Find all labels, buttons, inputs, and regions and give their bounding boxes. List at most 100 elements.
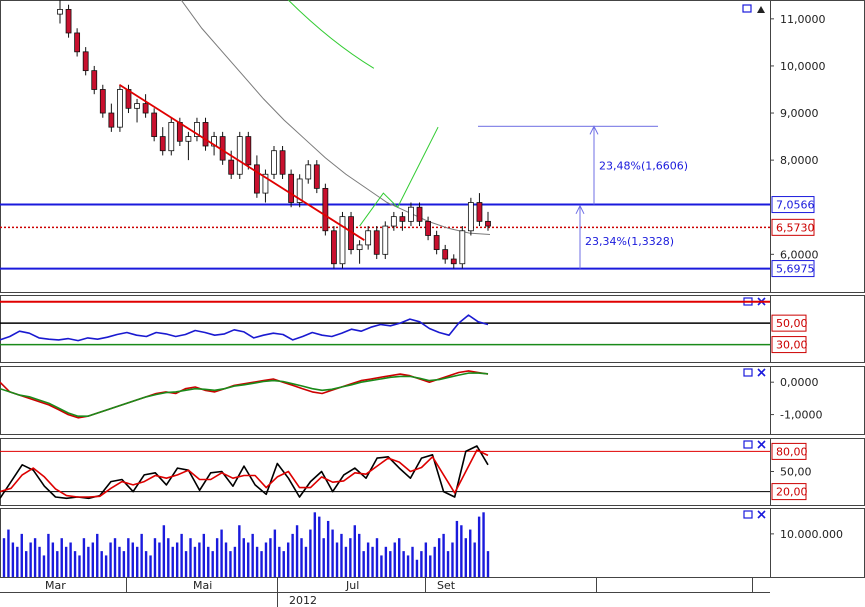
volume-bar [326, 520, 330, 577]
volume-bar [42, 555, 46, 577]
volume-bar [104, 555, 108, 577]
candle [279, 150, 286, 175]
close-icon [757, 510, 766, 519]
candle [168, 122, 175, 152]
volume-bar [131, 542, 134, 577]
volume-bar [473, 542, 476, 577]
volume-bar [304, 546, 308, 577]
candle [399, 216, 406, 222]
price-tick-label: 9,0000 [780, 107, 819, 120]
volume-bar [286, 542, 290, 577]
volume-bar [175, 542, 179, 577]
volume-bar [273, 529, 277, 577]
candle [382, 225, 389, 255]
volume-bar [127, 538, 130, 577]
candle [99, 89, 106, 114]
volume-bar [269, 538, 272, 577]
candle [467, 202, 474, 232]
volume-bar [437, 538, 441, 577]
candle [74, 32, 81, 53]
price-frame [0, 0, 865, 293]
volume-bar [371, 546, 374, 577]
volume-bar [353, 525, 356, 577]
candle [159, 136, 166, 152]
stoch-level-label: 20,00 [776, 486, 808, 499]
candle [245, 136, 252, 166]
volume-bar [189, 538, 192, 577]
price-tick-label: 8,0000 [780, 154, 819, 167]
maximize-icon [743, 510, 753, 519]
volume-bar [238, 525, 241, 577]
volume-bar [380, 555, 383, 577]
volume-bar [362, 551, 365, 577]
volume-bar [144, 551, 148, 577]
volume-bar [242, 538, 245, 577]
rsi-panel: 50,00 30,00 [0, 300, 808, 354]
candle [108, 112, 115, 128]
volume-bar [69, 542, 72, 577]
stock-chart: 11,0000 10,0000 9,0000 8,0000 6,0000 7,0566 6,… [0, 0, 865, 607]
volume-bar [100, 551, 103, 577]
candle [476, 202, 483, 222]
volume-bar [96, 533, 99, 577]
x-axis-label: Set [437, 579, 456, 592]
volume-bar [2, 538, 6, 577]
stochastic-frame [0, 438, 865, 506]
volume-bar [424, 542, 428, 577]
candle [236, 136, 243, 175]
volume-bar [184, 551, 188, 577]
measure-label: 23,48%(1,6606) [599, 159, 688, 172]
volume-bar [402, 551, 405, 577]
volume-bar [375, 538, 379, 577]
volume-bar [162, 525, 166, 577]
candle [442, 249, 449, 260]
volume-bar [33, 538, 37, 577]
volume-bar [220, 529, 223, 577]
volume-bar [340, 533, 343, 577]
price-level-label: 6,5730 [776, 221, 815, 234]
volume-bar [255, 546, 259, 577]
volume-bar [193, 546, 197, 577]
volume-bar [78, 555, 81, 577]
price-tick-label: 6,0000 [780, 248, 819, 261]
volume-bar [313, 512, 317, 577]
volume-bar [349, 538, 352, 577]
volume-bar [109, 542, 112, 577]
candle [416, 206, 423, 222]
maximize-icon [743, 368, 753, 377]
moving-average-line [180, 0, 491, 236]
volume-bar [16, 546, 19, 577]
volume-bar [229, 551, 232, 577]
volume-bar [153, 538, 157, 577]
candle [459, 230, 466, 265]
volume-bar [420, 551, 423, 577]
volume-bar [140, 533, 143, 577]
macd-tick-label: 0,0000 [780, 376, 819, 389]
volume-bar [291, 533, 294, 577]
volume-bar [113, 538, 117, 577]
rsi-level-label: 50,00 [776, 317, 808, 330]
price-panel: 11,0000 10,0000 9,0000 8,0000 6,0000 7,0566 6,… [0, 0, 826, 278]
volume-bar [20, 533, 23, 577]
price-tick-label: 10,0000 [780, 60, 826, 73]
volume-bar [318, 516, 321, 577]
candle [288, 173, 295, 203]
candle [228, 159, 235, 175]
x-axis-label: Mar [45, 579, 66, 592]
volume-bar [446, 551, 450, 577]
volume-bar [384, 546, 388, 577]
measure-label: 23,34%(1,3328) [585, 235, 674, 248]
macd-series-line [0, 372, 489, 417]
stochastic-series-line [0, 445, 489, 500]
candle [373, 230, 380, 255]
volume-bar [282, 551, 285, 577]
volume-bar [477, 516, 481, 577]
stochastic-tick-label: 50,00 [780, 466, 812, 479]
volume-bar [278, 546, 281, 577]
volume-bar [11, 542, 15, 577]
chart-frame [0, 0, 865, 578]
volume-bar [91, 542, 95, 577]
volume-bar [331, 529, 334, 577]
volume-tick-label: 10.000.000 [780, 528, 843, 541]
candle [91, 70, 98, 90]
